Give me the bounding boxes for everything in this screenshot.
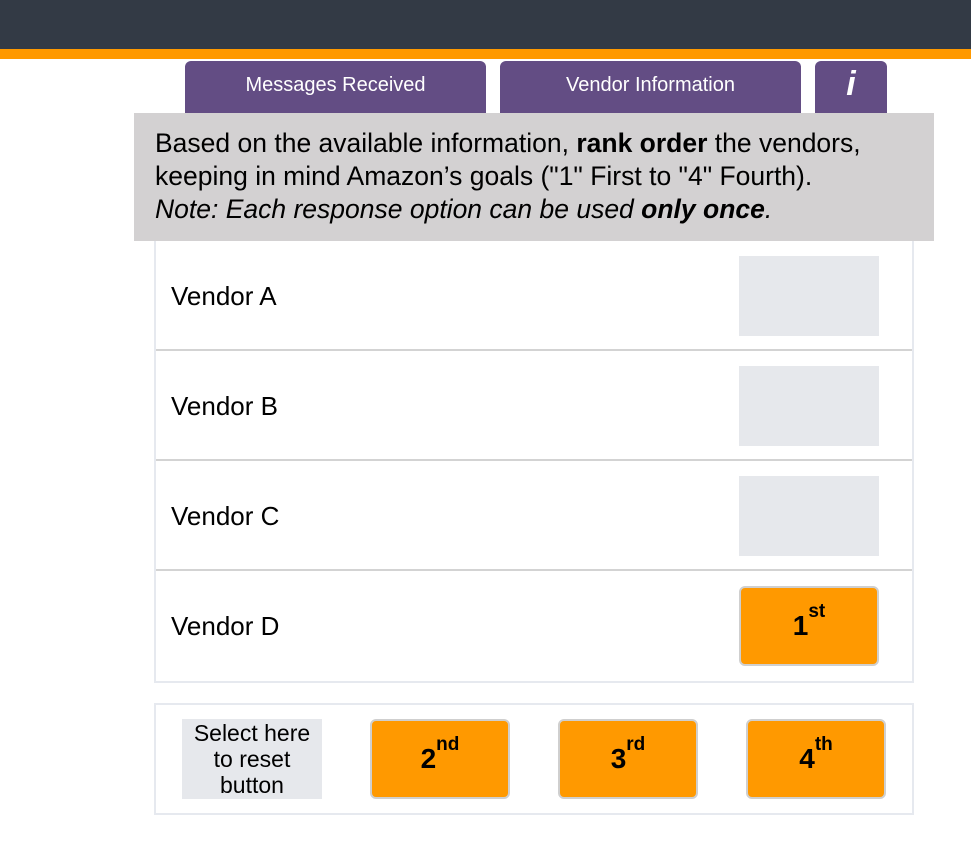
rank-drop-slot-vendor-a[interactable] (739, 256, 879, 336)
reset-button[interactable]: Select here to reset button (182, 719, 322, 799)
rank-options-bank: Select here to reset button 2nd 3rd 4th (154, 703, 914, 815)
tab-label: Vendor Information (566, 73, 735, 96)
vendor-row-c: Vendor C (156, 461, 912, 571)
vendor-label: Vendor D (171, 610, 280, 641)
instructions-emphasis: rank order (576, 128, 708, 158)
info-button[interactable]: i (815, 61, 887, 114)
info-icon: i (846, 65, 856, 103)
vendor-row-a: Vendor A (156, 241, 912, 351)
note-text: . (764, 194, 773, 224)
tab-messages-received[interactable]: Messages Received (185, 61, 486, 114)
rank-option-3rd[interactable]: 3rd (558, 719, 698, 799)
rank-option-4th[interactable]: 4th (746, 719, 886, 799)
instructions-note: Note: Each response option can be used o… (155, 193, 914, 226)
instructions-text: Based on the available information, (155, 128, 577, 158)
vendor-ranking-table: Vendor A Vendor B Vendor C Vendor D 1st (154, 241, 914, 683)
instructions-panel: Based on the available information, rank… (134, 113, 934, 241)
rank-drop-slot-vendor-d[interactable]: 1st (739, 586, 879, 666)
rank-drop-slot-vendor-c[interactable] (739, 476, 879, 556)
top-header-bar (0, 0, 971, 49)
reset-label-line: button (220, 772, 284, 798)
tab-vendor-information[interactable]: Vendor Information (500, 61, 801, 114)
rank-option-1st[interactable]: 1st (739, 586, 879, 666)
vendor-label: Vendor B (171, 390, 278, 421)
instructions-line-2: keeping in mind Amazon’s goals ("1" Firs… (155, 161, 813, 191)
header-accent-stripe (0, 49, 971, 59)
tab-label: Messages Received (245, 73, 426, 96)
rank-number: 2 (420, 743, 437, 774)
rank-number: 1 (792, 610, 809, 641)
vendor-label: Vendor C (171, 500, 280, 531)
note-text: Note: Each response option can be used (155, 194, 642, 224)
rank-drop-slot-vendor-b[interactable] (739, 366, 879, 446)
instructions-text: the vendors, (707, 128, 861, 158)
vendor-row-b: Vendor B (156, 351, 912, 461)
reset-label-line: Select here (193, 720, 311, 746)
instructions-line-1: Based on the available information, rank… (155, 127, 914, 160)
rank-number: 3 (610, 743, 627, 774)
note-emphasis: only once (641, 194, 765, 224)
reset-label-line: to reset (213, 746, 291, 772)
rank-option-2nd[interactable]: 2nd (370, 719, 510, 799)
rank-number: 4 (799, 743, 815, 774)
reset-label: Select here to reset button (194, 720, 310, 798)
vendor-label: Vendor A (171, 280, 277, 311)
vendor-row-d: Vendor D 1st (156, 571, 912, 681)
